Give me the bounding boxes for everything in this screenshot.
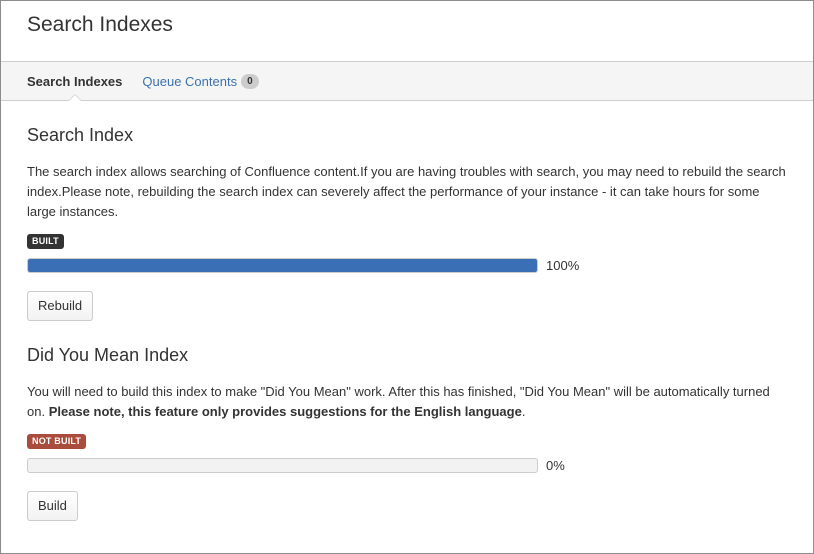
did-you-mean-description: You will need to build this index to mak…	[27, 382, 787, 422]
search-index-progress-track	[27, 258, 538, 273]
page-title: Search Indexes	[27, 13, 173, 36]
did-you-mean-description-note: Please note, this feature only provides …	[48, 404, 522, 419]
queue-count-badge: 0	[241, 73, 259, 89]
main-content: Search Index The search index allows sea…	[1, 125, 813, 521]
did-you-mean-description-tail: .	[521, 404, 526, 419]
tab-queue-contents-label: Queue Contents	[142, 73, 238, 89]
did-you-mean-progress: 0%	[27, 458, 787, 473]
search-index-progress-label: 100%	[546, 258, 580, 273]
search-index-progress-fill	[28, 259, 537, 272]
did-you-mean-section: Did You Mean Index You will need to buil…	[27, 345, 787, 521]
rebuild-button[interactable]: Rebuild	[27, 291, 94, 321]
search-index-progress: 100%	[27, 258, 787, 273]
tab-queue-contents[interactable]: Queue Contents 0	[142, 62, 259, 100]
page-header: Search Indexes	[1, 1, 813, 61]
did-you-mean-title: Did You Mean Index	[27, 345, 189, 365]
did-you-mean-progress-track	[27, 458, 538, 473]
build-button[interactable]: Build	[27, 491, 78, 521]
search-index-status-badge: BUILT	[27, 234, 64, 249]
did-you-mean-progress-label: 0%	[546, 458, 565, 473]
search-index-title: Search Index	[27, 125, 134, 145]
tab-search-indexes-label: Search Indexes	[27, 73, 123, 89]
did-you-mean-status-badge: NOT BUILT	[27, 434, 87, 449]
tab-search-indexes[interactable]: Search Indexes	[27, 62, 123, 101]
search-index-description: The search index allows searching of Con…	[27, 164, 786, 219]
tab-bar: Search Indexes Queue Contents 0	[1, 61, 813, 101]
window-frame: Search Indexes Search Indexes Queue Cont…	[0, 0, 814, 554]
search-index-section: Search Index The search index allows sea…	[27, 125, 787, 321]
